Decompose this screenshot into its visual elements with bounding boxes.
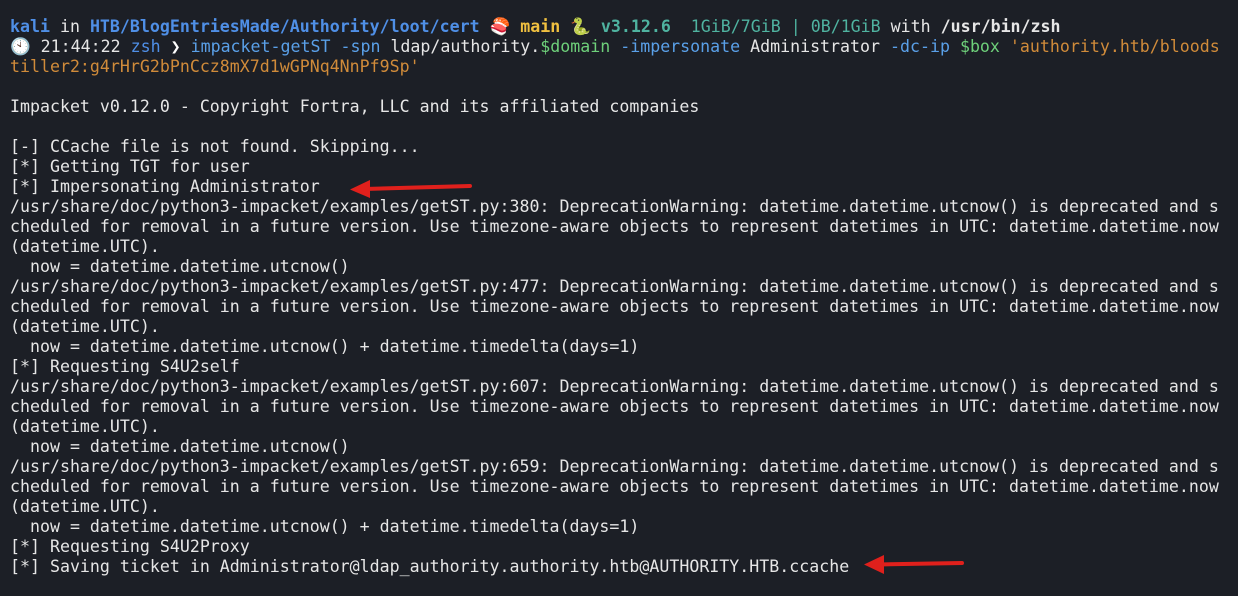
flag-impersonate: -impersonate	[620, 37, 741, 56]
flag-dc-ip: -dc-ip	[890, 37, 950, 56]
prompt-chevron: ❯	[170, 37, 181, 56]
output-line: [*] Requesting S4U2self	[10, 357, 240, 376]
impersonate-value: Administrator	[750, 37, 880, 56]
output-line: now = datetime.datetime.utcnow()	[10, 437, 350, 456]
credential-string: 'authority.htb/bloods	[1009, 37, 1220, 56]
prompt-shell: zsh	[130, 37, 161, 56]
output-line-saving-ticket: [*] Saving ticket in Administrator@ldap_…	[10, 557, 850, 576]
output-line: (datetime.UTC).	[10, 317, 160, 336]
command-tool: impacket-getST	[190, 37, 331, 56]
annotation-arrow-saving-ticket	[864, 555, 964, 574]
output-line: [*] Requesting S4U2Proxy	[10, 537, 250, 556]
output-line: cheduled for removal in a future version…	[10, 297, 1219, 316]
memory-separator: |	[790, 17, 801, 36]
terminal-output: kali in HTB/BlogEntriesMade/Authority/lo…	[10, 17, 1235, 577]
output-line: now = datetime.datetime.utcnow() + datet…	[10, 517, 640, 536]
box-var: $box	[959, 37, 1000, 56]
output-line: (datetime.UTC).	[10, 497, 160, 516]
prompt-time: 21:44:22	[40, 37, 121, 56]
output-line: [-] CCache file is not found. Skipping..…	[10, 137, 420, 156]
output-line: /usr/share/doc/python3-impacket/examples…	[10, 377, 1219, 396]
prompt-line: kali in HTB/BlogEntriesMade/Authority/lo…	[10, 17, 1235, 37]
clock-icon: 🕙	[10, 37, 31, 56]
spn-value: ldap/authority.	[390, 37, 541, 56]
domain-var: $domain	[540, 37, 611, 56]
output-line: Impacket v0.12.0 - Copyright Fortra, LLC…	[10, 97, 700, 116]
output-line: now = datetime.datetime.utcnow() + datet…	[10, 337, 640, 356]
output-line: now = datetime.datetime.utcnow()	[10, 257, 350, 276]
output-line-impersonating: [*] Impersonating Administrator	[10, 177, 320, 196]
terminal-window[interactable]: kali in HTB/BlogEntriesMade/Authority/lo…	[0, 0, 1238, 596]
command-line[interactable]: 🕙 21:44:22 zsh ❯ impacket-getST -spn lda…	[10, 37, 1235, 57]
python-icon: 🐍	[570, 17, 591, 36]
git-branch-icon: 🍣	[489, 17, 511, 36]
output-line: /usr/share/doc/python3-impacket/examples…	[10, 277, 1219, 296]
python-version: v3.12.6	[600, 17, 671, 36]
output-line: /usr/share/doc/python3-impacket/examples…	[10, 197, 1219, 216]
output-line: /usr/share/doc/python3-impacket/examples…	[10, 457, 1219, 476]
memory-usage: 1GiB/7GiB	[690, 17, 781, 36]
flag-spn: -spn	[340, 37, 381, 56]
credential-string-cont: tiller2:g4rHrG2bPnCcz8mX7d1wGPNq4NnPf9Sp…	[10, 57, 420, 76]
git-branch: main	[520, 17, 561, 36]
prompt-with: with	[890, 17, 931, 36]
output-line: cheduled for removal in a future version…	[10, 477, 1219, 496]
output-line: cheduled for removal in a future version…	[10, 397, 1219, 416]
prompt-user: kali	[10, 17, 50, 36]
prompt-in: in	[49, 17, 90, 36]
swap-usage: 0B/1GiB	[810, 17, 881, 36]
shell-path: /usr/bin/zsh	[940, 17, 1061, 36]
prompt-path: HTB/BlogEntriesMade/Authority/loot/cert	[89, 17, 480, 36]
annotation-arrow-impersonating	[350, 180, 472, 198]
output-line: cheduled for removal in a future version…	[10, 217, 1219, 236]
output-line: (datetime.UTC).	[10, 237, 160, 256]
output-line: (datetime.UTC).	[10, 417, 160, 436]
output-line: [*] Getting TGT for user	[10, 157, 250, 176]
